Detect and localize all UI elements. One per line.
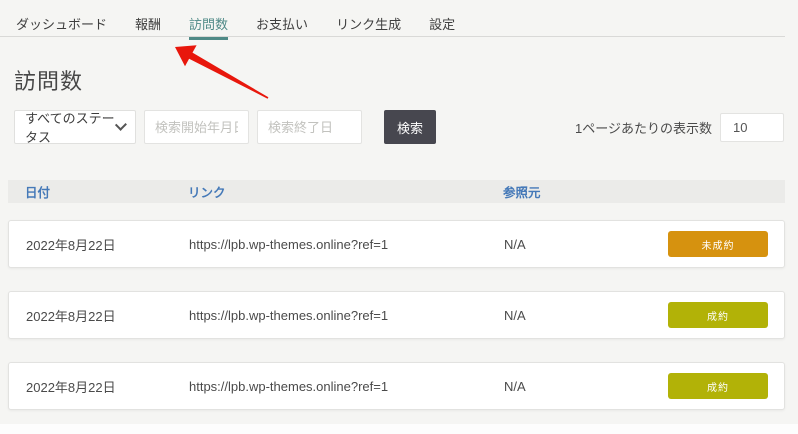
nav-tabs: ダッシュボード報酬訪問数お支払いリンク生成設定 [0, 0, 785, 36]
visit-date: 2022年8月22日 [26, 377, 189, 396]
table-row: 2022年8月22日https://lpb.wp-themes.online?r… [8, 362, 785, 410]
visit-link: https://lpb.wp-themes.online?ref=1 [189, 237, 504, 252]
top-nav: ダッシュボード報酬訪問数お支払いリンク生成設定 [0, 0, 785, 37]
visit-referrer: N/A [504, 379, 668, 394]
nav-tab-2-active[interactable]: 訪問数 [186, 0, 231, 36]
column-header-referrer: 参照元 [503, 182, 785, 201]
search-button[interactable]: 検索 [384, 110, 436, 144]
visits-table: 日付 リンク 参照元 2022年8月22日https://lpb.wp-them… [8, 180, 785, 410]
page-title: 訪問数 [14, 64, 798, 96]
status-badge: 成約 [668, 302, 768, 328]
visit-link: https://lpb.wp-themes.online?ref=1 [189, 379, 504, 394]
column-header-date: 日付 [25, 182, 188, 201]
nav-tab-3[interactable]: お支払い [253, 0, 311, 36]
per-page-label: 1ページあたりの表示数 [575, 118, 712, 137]
status-select-value: すべてのステータス [25, 108, 117, 146]
table-header-row: 日付 リンク 参照元 [8, 180, 785, 203]
main-content: 訪問数 すべてのステータス 検索 1ページあたりの表示数 日付 リンク 参照元 … [0, 64, 798, 410]
per-page-control: 1ページあたりの表示数 [575, 113, 784, 142]
visit-date: 2022年8月22日 [26, 235, 189, 254]
search-start-date-input[interactable] [144, 110, 249, 144]
column-header-link: リンク [188, 182, 503, 201]
status-select[interactable]: すべてのステータス [14, 110, 136, 144]
affiliate-visits-page: ダッシュボード報酬訪問数お支払いリンク生成設定 訪問数 すべてのステータス 検索… [0, 0, 798, 434]
nav-tab-1[interactable]: 報酬 [132, 0, 164, 36]
page-bottom-edge [0, 424, 798, 434]
nav-tab-5[interactable]: 設定 [426, 0, 458, 36]
table-body: 2022年8月22日https://lpb.wp-themes.online?r… [8, 220, 785, 410]
per-page-input[interactable] [720, 113, 784, 142]
status-badge: 未成約 [668, 231, 768, 257]
table-row: 2022年8月22日https://lpb.wp-themes.online?r… [8, 291, 785, 339]
visit-referrer: N/A [504, 308, 668, 323]
status-badge: 成約 [668, 373, 768, 399]
visit-link: https://lpb.wp-themes.online?ref=1 [189, 308, 504, 323]
search-end-date-input[interactable] [257, 110, 362, 144]
nav-tab-4[interactable]: リンク生成 [333, 0, 404, 36]
nav-tab-0[interactable]: ダッシュボード [13, 0, 110, 36]
visit-referrer: N/A [504, 237, 668, 252]
visit-date: 2022年8月22日 [26, 306, 189, 325]
table-row: 2022年8月22日https://lpb.wp-themes.online?r… [8, 220, 785, 268]
filter-toolbar: すべてのステータス 検索 1ページあたりの表示数 [14, 110, 784, 144]
